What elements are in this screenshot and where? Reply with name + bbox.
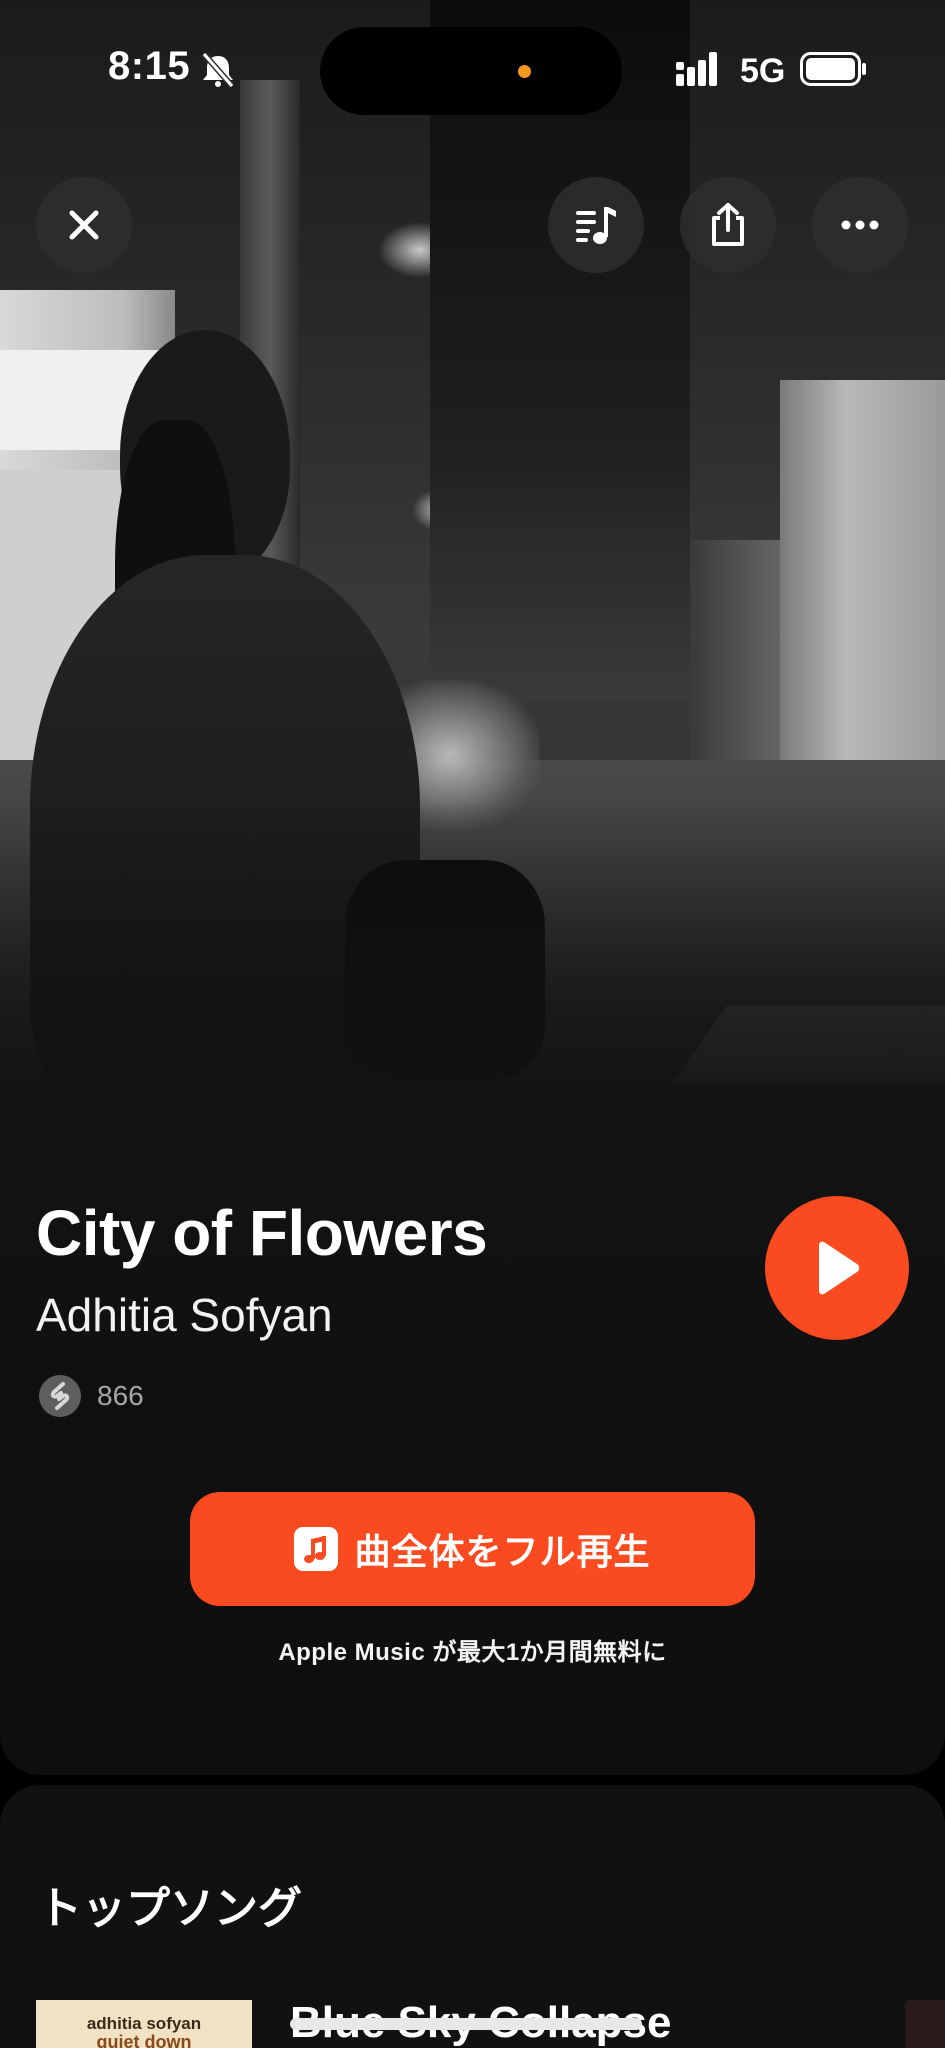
home-indicator — [290, 2018, 642, 2030]
song-artwork[interactable]: adhitia sofyan quiet down — [36, 2000, 252, 2048]
share-icon — [712, 203, 744, 246]
shazam-icon — [39, 1375, 81, 1417]
apple-music-promo[interactable]: Apple Music が最大1か月間無料に — [0, 1632, 945, 1667]
apple-music-icon — [294, 1527, 339, 1571]
close-icon — [69, 210, 99, 240]
close-button[interactable] — [36, 177, 132, 273]
bell-slash-icon — [201, 52, 235, 88]
queue-music-icon — [576, 207, 616, 244]
top-songs-heading: トップソング — [38, 1884, 302, 1933]
privacy-indicator — [518, 65, 531, 78]
more-icon — [841, 220, 879, 230]
artwork-album-text: quiet down — [96, 2032, 192, 2048]
network-type: 5G — [740, 52, 786, 90]
song-title: City of Flowers — [36, 1197, 488, 1269]
play-button[interactable] — [765, 1196, 909, 1340]
battery-icon — [800, 52, 866, 86]
play-icon — [819, 1241, 860, 1295]
play-full-song-label: 曲全体をフル再生 — [354, 1531, 651, 1572]
status-time: 8:15 — [108, 44, 191, 88]
dynamic-island — [320, 27, 622, 115]
more-button[interactable] — [812, 177, 908, 273]
next-song-artwork[interactable] — [905, 2000, 945, 2048]
hero-photo — [0, 0, 945, 1150]
artwork-artist-text: adhitia sofyan — [86, 2014, 202, 2033]
add-to-queue-button[interactable] — [548, 177, 644, 273]
signal-icon — [676, 52, 717, 86]
artist-name[interactable]: Adhitia Sofyan — [36, 1288, 333, 1342]
shazam-count: 866 — [97, 1380, 144, 1411]
share-button[interactable] — [680, 177, 776, 273]
play-full-song-button[interactable]: 曲全体をフル再生 — [190, 1492, 755, 1606]
